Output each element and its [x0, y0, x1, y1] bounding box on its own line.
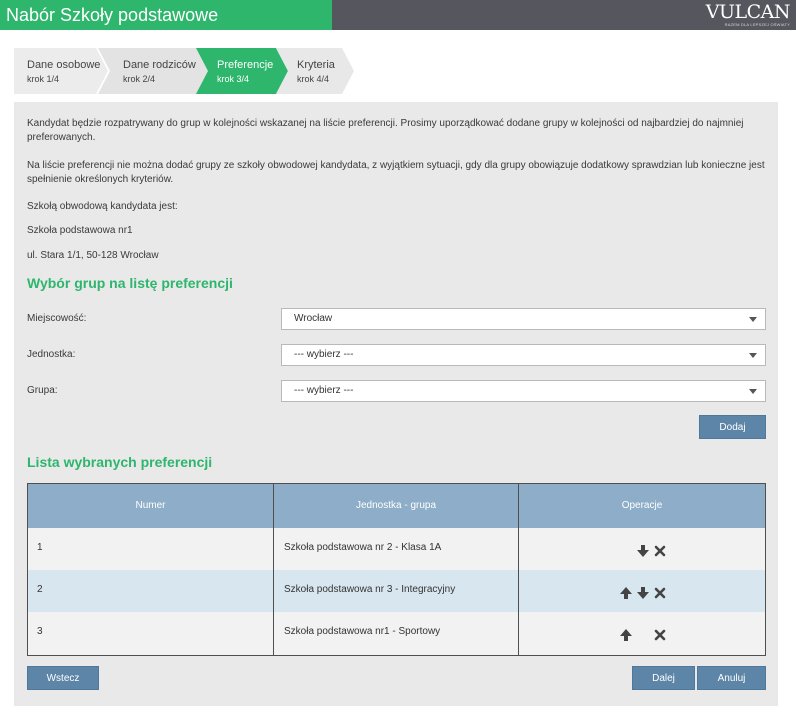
- app-title: Nabór Szkoły podstawowe: [0, 0, 332, 30]
- district-address: ul. Stara 1/1, 50-128 Wrocław: [27, 250, 159, 261]
- group-label: Grupa:: [27, 385, 58, 396]
- add-button[interactable]: Dodaj: [699, 415, 766, 439]
- step-sub: krok 2/4: [123, 74, 156, 84]
- step-preferencje[interactable]: Preferencje krok 3/4: [196, 48, 288, 94]
- chevron-down-icon: [749, 353, 757, 358]
- row-number: 3: [37, 626, 43, 637]
- district-school: Szkoła podstawowa nr1: [27, 225, 133, 236]
- column-header-numer: Numer: [135, 500, 166, 511]
- arrow-down-icon[interactable]: [637, 587, 649, 599]
- step-dane-rodzicow[interactable]: Dane rodziców krok 2/4: [98, 48, 210, 94]
- table-row: 1 Szkoła podstawowa nr 2 - Klasa 1A: [28, 528, 765, 570]
- info-paragraph-restriction: Na liście preferencji nie można dodać gr…: [27, 160, 765, 185]
- unit-select-value: --- wybierz ---: [294, 349, 354, 360]
- step-title: Dane osobowe: [27, 59, 101, 71]
- step-title: Kryteria: [297, 59, 335, 71]
- step-kryteria[interactable]: Kryteria krok 4/4: [276, 48, 354, 94]
- row-name: Szkoła podstawowa nr 3 - Integracyjny: [284, 584, 456, 595]
- unit-select[interactable]: --- wybierz ---: [281, 344, 766, 366]
- selection-heading: Wybór grup na listę preferencji: [27, 275, 233, 291]
- arrow-up-icon[interactable]: [620, 629, 632, 641]
- city-select-value: Wrocław: [294, 313, 333, 324]
- arrow-down-icon[interactable]: [637, 545, 649, 557]
- step-sub: krok 4/4: [297, 74, 330, 84]
- column-divider: [518, 484, 519, 655]
- arrow-up-icon[interactable]: [620, 587, 632, 599]
- top-bar: Nabór Szkoły podstawowe VULCAN RAZEM DLA…: [0, 0, 796, 30]
- step-title: Preferencje: [217, 59, 274, 71]
- step-title: Dane rodziców: [123, 59, 196, 71]
- table-header: Numer Jednostka - grupa Operacje: [28, 484, 765, 528]
- info-paragraph-order: Kandydat będzie rozpatrywany do grup w k…: [27, 118, 744, 143]
- city-label: Miejscowość:: [27, 313, 87, 324]
- step-dane-osobowe[interactable]: Dane osobowe krok 1/4: [14, 48, 108, 94]
- preferences-table: Numer Jednostka - grupa Operacje 1 Szkoł…: [27, 483, 766, 656]
- remove-icon[interactable]: [654, 545, 666, 557]
- group-select[interactable]: --- wybierz ---: [281, 380, 766, 402]
- row-number: 1: [37, 542, 43, 553]
- column-divider: [273, 484, 274, 655]
- main-panel: Kandydat będzie rozpatrywany do grup w k…: [14, 102, 778, 706]
- wizard-steps: Dane osobowe krok 1/4 Dane rodziców krok…: [14, 48, 354, 94]
- preferences-heading: Lista wybranych preferencji: [27, 454, 213, 470]
- next-button[interactable]: Dalej: [632, 666, 695, 690]
- city-select[interactable]: Wrocław: [281, 308, 766, 330]
- remove-icon[interactable]: [654, 587, 666, 599]
- back-button[interactable]: Wstecz: [27, 666, 99, 690]
- chevron-down-icon: [749, 317, 757, 322]
- district-label: Szkołą obwodową kandydata jest:: [27, 201, 178, 212]
- unit-label: Jednostka:: [27, 349, 76, 360]
- logo-wordmark: VULCAN: [705, 1, 791, 23]
- chevron-down-icon: [749, 389, 757, 394]
- column-header-jednostka: Jednostka - grupa: [355, 500, 437, 511]
- table-row: 3 Szkoła podstawowa nr1 - Sportowy: [28, 612, 765, 654]
- row-name: Szkoła podstawowa nr 2 - Klasa 1A: [284, 542, 442, 553]
- step-sub: krok 1/4: [27, 74, 60, 84]
- row-number: 2: [37, 584, 43, 595]
- column-header-operacje: Operacje: [621, 500, 663, 511]
- vulcan-logo: VULCAN RAZEM DLA LEPSZEJ OŚWIATY: [700, 1, 791, 28]
- group-select-value: --- wybierz ---: [294, 385, 354, 396]
- table-row: 2 Szkoła podstawowa nr 3 - Integracyjny: [28, 570, 765, 612]
- step-sub: krok 3/4: [217, 74, 250, 84]
- remove-icon[interactable]: [654, 629, 666, 641]
- row-name: Szkoła podstawowa nr1 - Sportowy: [284, 626, 441, 637]
- cancel-button[interactable]: Anuluj: [697, 666, 766, 690]
